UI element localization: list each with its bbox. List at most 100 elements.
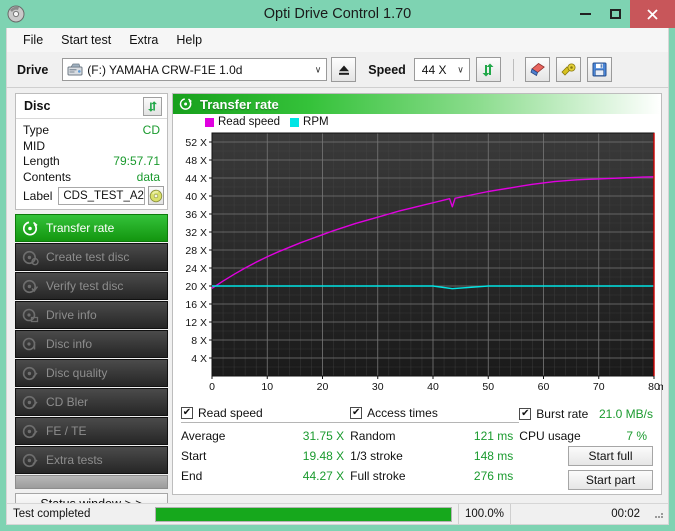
sidebar-item-label: Extra tests: [46, 453, 103, 467]
transfer-rate-icon: [22, 220, 39, 237]
maximize-button[interactable]: [600, 0, 630, 28]
svg-text:40: 40: [427, 381, 439, 393]
stat-key: End: [181, 469, 203, 483]
svg-text:44 X: 44 X: [185, 173, 207, 185]
disc-row-value: 79:57.71: [113, 154, 160, 168]
menu-item-start-test[interactable]: Start test: [53, 31, 119, 49]
disc-row-key: MID: [23, 138, 45, 153]
transfer-rate-icon: [179, 97, 193, 111]
svg-text:16 X: 16 X: [185, 299, 207, 311]
sidebar-item-label: Transfer rate: [46, 221, 115, 235]
sidebar-item-disc-quality[interactable]: Disc quality: [15, 359, 168, 387]
chevron-down-icon: ∨: [457, 64, 464, 74]
window-controls: [570, 0, 675, 28]
sidebar-item-transfer-rate[interactable]: Transfer rate: [15, 214, 168, 242]
title-bar: Opti Drive Control 1.70: [0, 0, 675, 28]
svg-text:30: 30: [372, 381, 384, 393]
app-window: Opti Drive Control 1.70 File Start test …: [0, 0, 675, 531]
disc-row-key: Contents: [23, 169, 72, 184]
start-part-button[interactable]: Start part: [568, 470, 654, 490]
fe-te-icon: [22, 423, 39, 440]
speed-select-value: 44 X: [421, 62, 447, 77]
progress-percent: 100.0%: [458, 504, 510, 524]
stat-row-cpu-usage: CPU usage 7 %: [519, 426, 653, 446]
stat-row-start: Start 19.48 X: [181, 446, 350, 466]
disc-refresh-button[interactable]: [143, 97, 162, 116]
disc-row-key: Length: [23, 154, 60, 168]
erase-button[interactable]: [524, 57, 550, 82]
access-times-label: Access times: [367, 406, 438, 420]
settings-button[interactable]: [555, 57, 581, 82]
sidebar-item-extra-tests[interactable]: Extra tests: [15, 446, 168, 474]
burst-rate-checkbox[interactable]: ✔: [519, 407, 532, 420]
menu-item-file[interactable]: File: [15, 31, 51, 49]
read-speed-checkbox[interactable]: ✔: [181, 407, 193, 419]
tools-icon: [561, 63, 576, 76]
drive-icon: [67, 63, 83, 77]
chart-panel: Transfer rate Read speed RPM 4 X 8 X 12 X 1…: [172, 93, 663, 495]
svg-text:28 X: 28 X: [185, 245, 207, 257]
refresh-button[interactable]: [475, 57, 501, 82]
sidebar-item-label: CD Bler: [46, 395, 89, 409]
cd-icon: [149, 189, 163, 202]
speed-select[interactable]: 44 X ∨: [413, 58, 470, 81]
stat-value: 31.75 X: [302, 429, 345, 443]
disc-panel-header: Disc: [16, 94, 167, 119]
disc-label-input[interactable]: CDS_TEST_A2: [58, 186, 145, 205]
minimize-button[interactable]: [570, 0, 600, 28]
burst-rate-label: Burst rate: [536, 406, 589, 421]
eject-button[interactable]: [331, 57, 357, 82]
transfer-rate-chart: 4 X 8 X 12 X 16 X 20 X 24 X 28 X 32 X 36 X 40 X 44…: [185, 132, 663, 393]
save-button[interactable]: [586, 57, 612, 82]
drive-select[interactable]: (F:) YAMAHA CRW-F1E 1.0d ∨: [62, 58, 328, 81]
stat-key: Start: [181, 449, 207, 463]
sidebar-item-disc-info[interactable]: Disc info: [15, 330, 168, 358]
stat-key: Average: [181, 429, 226, 443]
access-times-checkbox[interactable]: ✔: [350, 407, 363, 419]
menu-item-help[interactable]: Help: [168, 31, 210, 49]
sidebar-item-verify-test-disc[interactable]: Verify test disc: [15, 272, 168, 300]
burst-rate-value: 21.0 MB/s: [598, 406, 654, 421]
sidebar-item-drive-info[interactable]: Drive info: [15, 301, 168, 329]
access-times-header: ✔ Access times: [350, 406, 520, 423]
sidebar-item-create-test-disc[interactable]: Create test disc: [15, 243, 168, 271]
stat-key: Full stroke: [350, 469, 406, 483]
stat-row-end: End 44.27 X: [181, 466, 350, 486]
sidebar-item-label: FE / TE: [46, 424, 87, 438]
svg-text:50: 50: [482, 381, 494, 393]
svg-text:4 X: 4 X: [191, 353, 207, 365]
disc-row-type: Type CD: [23, 123, 160, 139]
close-button[interactable]: [630, 0, 675, 28]
read-speed-group: ✔ Read speed Average 31.75 X Start 19.48…: [181, 406, 351, 494]
chart-header: Transfer rate: [173, 94, 661, 114]
svg-text:min: min: [658, 381, 663, 393]
resize-grip-icon[interactable]: [652, 507, 666, 521]
disc-label-action-button[interactable]: [147, 186, 164, 205]
svg-text:40 X: 40 X: [185, 191, 207, 203]
svg-text:10: 10: [261, 381, 273, 393]
sidebar-item-label: Disc info: [46, 337, 93, 351]
svg-text:12 X: 12 X: [185, 317, 207, 329]
elapsed-time: 00:02: [510, 504, 646, 524]
stat-value: 44.27 X: [302, 469, 345, 483]
stat-key: Random: [350, 429, 396, 443]
chart-plot-area: 4 X 8 X 12 X 16 X 20 X 24 X 28 X 32 X 36 X 40 X 44…: [173, 129, 663, 404]
svg-text:8 X: 8 X: [191, 335, 207, 347]
sidebar-item-cd-bler[interactable]: CD Bler: [15, 388, 168, 416]
close-icon: [647, 8, 658, 20]
disc-quality-icon: [22, 365, 39, 382]
legend-label-rpm: RPM: [303, 116, 329, 128]
stat-key: CPU usage: [519, 429, 581, 443]
menu-item-extra[interactable]: Extra: [121, 31, 166, 49]
start-full-button[interactable]: Start full: [568, 446, 654, 466]
svg-text:70: 70: [593, 381, 605, 393]
create-disc-icon: [22, 249, 39, 266]
sidebar-item-fe-te[interactable]: FE / TE: [15, 417, 168, 445]
stat-row-random: Random 121 ms: [350, 426, 519, 446]
svg-text:32 X: 32 X: [185, 227, 207, 239]
extra-tests-icon: [22, 452, 39, 469]
progress-bar: [155, 506, 452, 522]
refresh-icon: [148, 101, 157, 112]
sidebar-item-label: Disc quality: [46, 366, 108, 380]
stat-value: 19.48 X: [302, 449, 345, 463]
